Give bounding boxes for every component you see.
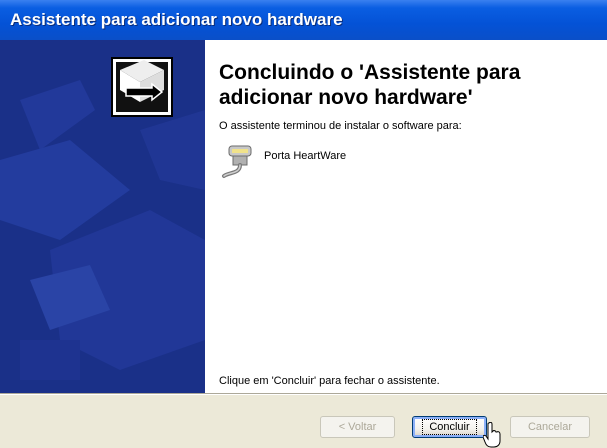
title-bar[interactable]: Assistente para adicionar novo hardware [0, 0, 607, 40]
button-bar: < Voltar Concluir Cancelar [0, 395, 607, 448]
window-title: Assistente para adicionar novo hardware [10, 10, 343, 29]
device-name: Porta HeartWare [264, 150, 347, 162]
install-status-text: O assistente terminou de instalar o soft… [219, 120, 462, 132]
back-button-label: < Voltar [338, 421, 377, 433]
hardware-wizard-icon [111, 57, 173, 117]
wizard-window: Assistente para adicionar novo hardware … [0, 0, 607, 448]
finish-button[interactable]: Concluir [412, 416, 487, 438]
finish-button-label: Concluir [422, 419, 477, 435]
cancel-button[interactable]: Cancelar [510, 416, 590, 438]
finish-instruction: Clique em 'Concluir' para fechar o assis… [219, 375, 440, 387]
back-button[interactable]: < Voltar [320, 416, 395, 438]
serial-port-icon [222, 145, 252, 178]
cancel-button-label: Cancelar [527, 421, 573, 433]
hand-pointer-icon [483, 422, 501, 448]
wizard-sidebar-banner [0, 40, 205, 393]
wizard-banner-art [0, 40, 205, 393]
wizard-content: Concluindo o 'Assistente para adicionar … [205, 40, 607, 393]
page-title: Concluindo o 'Assistente para adicionar … [219, 61, 521, 109]
